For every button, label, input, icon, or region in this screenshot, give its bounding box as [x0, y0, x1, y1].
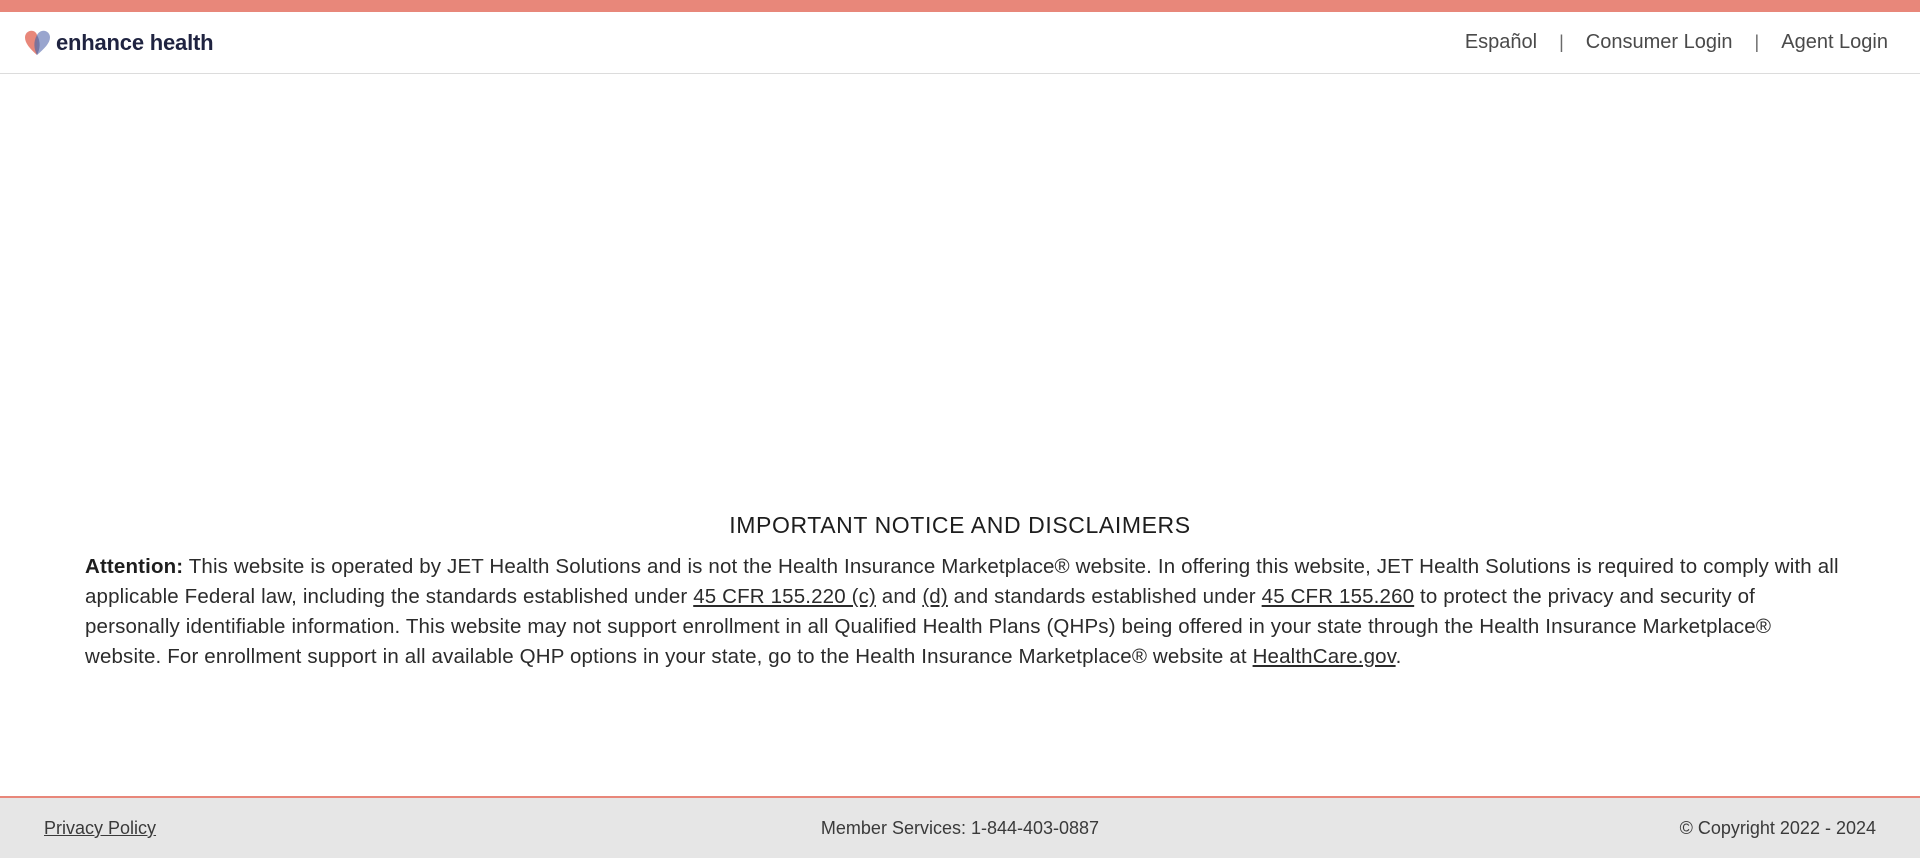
notice-text: .: [1395, 645, 1402, 668]
site-footer: Privacy Policy Member Services: 1-844-40…: [0, 796, 1920, 858]
member-services-text: Member Services: 1-844-403-0887: [820, 818, 1100, 838]
nav-separator: |: [1559, 32, 1564, 52]
top-accent-bar: [0, 0, 1920, 12]
cfr-155-220-d-link[interactable]: (d): [922, 585, 948, 608]
cfr-155-260-link[interactable]: 45 CFR 155.260: [1262, 585, 1415, 608]
top-nav: Español | Consumer Login | Agent Login: [1465, 31, 1888, 54]
copyright-text: © Copyright 2022 - 2024: [1679, 818, 1876, 838]
brand-logo[interactable]: enhance health: [24, 29, 214, 57]
brand-name: enhance health: [56, 30, 214, 55]
notice-title: IMPORTANT NOTICE AND DISCLAIMERS: [729, 512, 1191, 538]
nav-agent-login-link[interactable]: Agent Login: [1781, 31, 1888, 54]
nav-separator: |: [1754, 32, 1760, 52]
heart-logo-icon: [24, 29, 52, 57]
notice-text: and standards established under: [947, 585, 1262, 608]
healthcare-gov-link[interactable]: HealthCare.gov: [1253, 645, 1396, 668]
attention-label: Attention:: [85, 555, 184, 578]
nav-consumer-login-link[interactable]: Consumer Login: [1586, 31, 1733, 54]
cfr-155-220-c-link[interactable]: 45 CFR 155.220 (c): [693, 585, 876, 608]
notice-text: and: [875, 585, 923, 608]
nav-espanol-link[interactable]: Español: [1465, 31, 1537, 54]
privacy-policy-link[interactable]: Privacy Policy: [44, 818, 156, 839]
notice-body: Attention: This website is operated by J…: [85, 552, 1845, 672]
site-header: enhance health Español | Consumer Login …: [0, 12, 1920, 74]
